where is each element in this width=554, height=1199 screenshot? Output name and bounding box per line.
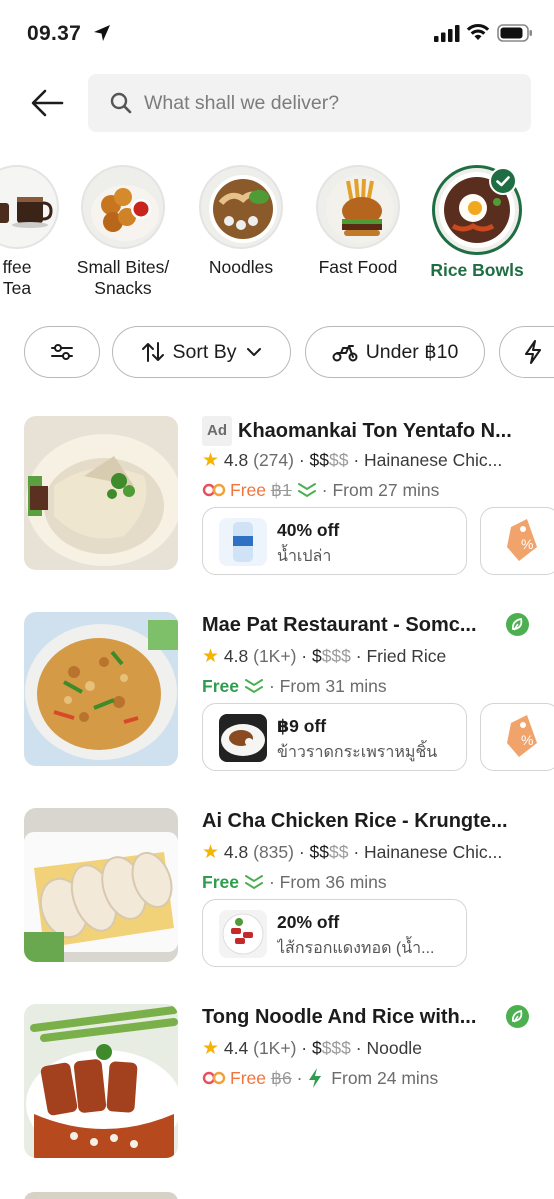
wifi-icon xyxy=(466,23,490,40)
snacks-icon xyxy=(81,165,165,249)
scooter-icon xyxy=(332,345,358,362)
next-restaurant-photo xyxy=(24,1192,178,1199)
battery-icon xyxy=(497,24,532,42)
svg-text:%: % xyxy=(521,536,533,552)
sort-arrows-icon xyxy=(141,342,164,362)
restaurant-name: Mae Pat Restaurant - Somc... xyxy=(202,614,477,636)
promo-card[interactable]: 40% off น้ำเปล่า xyxy=(202,507,467,575)
selected-check-icon xyxy=(489,167,517,195)
chevrons-down-icon xyxy=(244,875,263,890)
restaurant-name: Tong Noodle And Rice with... xyxy=(202,1006,477,1028)
promo-item-name: น้ำเปล่า xyxy=(277,548,332,565)
cellular-signal-icon xyxy=(434,25,460,42)
restaurant-meta: ★ 4.8 (835) · $$$$ · Hainanese Chic... xyxy=(202,842,503,863)
category-label: Fast Food xyxy=(318,257,398,277)
delivery-info: Free · From 36 mins xyxy=(202,872,387,892)
search-bar[interactable] xyxy=(88,74,531,132)
restaurant-meta: ★ 4.4 (1K+) · $$$$ · Noodle xyxy=(202,1038,422,1059)
chevron-down-icon xyxy=(247,348,262,356)
promo-title: 20% off xyxy=(277,912,340,932)
category-carousel: ffee Tea Small Bites/Snacks Noodles Fast … xyxy=(0,165,554,305)
star-icon: ★ xyxy=(202,646,220,667)
delivery-info: Free ฿6 · From 24 mins xyxy=(202,1067,532,1089)
delivery-info: Free · From 31 mins xyxy=(202,676,387,696)
burger-icon xyxy=(316,165,400,249)
lightning-icon xyxy=(309,1068,322,1088)
free-delivery-loop-icon xyxy=(202,1071,226,1085)
promo-title: ฿9 off xyxy=(277,716,327,736)
promo-item-name: ข้าวราดกระเพราหมูชิ้น xyxy=(277,744,438,761)
star-icon: ★ xyxy=(202,1038,220,1059)
back-arrow-icon[interactable] xyxy=(30,88,64,118)
under-price-button[interactable]: Under ฿10 xyxy=(305,326,485,378)
sort-by-label: Sort By xyxy=(172,340,237,363)
promo-item-name: ไส้กรอกแดงทอด (น้ำ... xyxy=(277,940,435,957)
under-price-label: Under ฿10 xyxy=(365,341,459,363)
status-bar: 09.37 xyxy=(0,0,554,64)
discount-tag-icon: % xyxy=(507,519,537,561)
restaurant-photo xyxy=(24,808,178,962)
restaurant-meta: ★ 4.8 (274) · $$$$ · Hainanese Chic... xyxy=(202,450,503,471)
star-icon: ★ xyxy=(202,842,220,863)
sort-by-button[interactable]: Sort By xyxy=(112,326,291,378)
category-label: Small Bites/Snacks xyxy=(76,257,170,298)
status-time: 09.37 xyxy=(27,22,82,45)
restaurant-photo xyxy=(24,1004,178,1158)
free-delivery-loop-icon xyxy=(202,483,226,497)
category-rice-bowls[interactable]: Rice Bowls xyxy=(417,165,537,281)
restaurant-photo xyxy=(24,416,178,570)
promo-title: 40% off xyxy=(277,520,340,540)
promo-card-next[interactable]: % xyxy=(480,703,554,771)
search-input[interactable] xyxy=(144,74,514,132)
ad-badge: Ad xyxy=(202,416,232,446)
svg-text:%: % xyxy=(521,732,533,748)
restaurant-name: Ai Cha Chicken Rice - Krungte... xyxy=(202,810,508,832)
promo-item-photo xyxy=(219,910,267,958)
sliders-icon xyxy=(51,344,73,360)
restaurant-photo xyxy=(24,612,178,766)
filter-bar: Sort By Under ฿10 xyxy=(0,326,554,380)
category-fast-food[interactable]: Fast Food xyxy=(298,165,418,278)
coffee-icon xyxy=(0,165,59,249)
promo-card[interactable]: 20% off ไส้กรอกแดงทอด (น้ำ... xyxy=(202,899,467,967)
category-label: Rice Bowls xyxy=(430,260,524,280)
restaurant-meta: ★ 4.8 (1K+) · $$$$ · Fried Rice xyxy=(202,646,447,667)
chevrons-down-icon xyxy=(244,679,263,694)
category-label: Noodles xyxy=(208,257,274,277)
star-icon: ★ xyxy=(202,450,220,471)
delivery-info: Free ฿1 · From 27 mins xyxy=(202,479,532,501)
discount-tag-icon: % xyxy=(507,715,537,757)
category-noodles[interactable]: Noodles xyxy=(181,165,301,278)
promo-item-photo xyxy=(219,714,267,762)
fast-delivery-button[interactable] xyxy=(499,326,554,378)
promo-card[interactable]: ฿9 off ข้าวราดกระเพราหมูชิ้น xyxy=(202,703,467,771)
promo-card-next[interactable]: % xyxy=(480,507,554,575)
category-small-bites[interactable]: Small Bites/Snacks xyxy=(63,165,183,299)
search-icon xyxy=(110,92,132,114)
filter-settings-button[interactable] xyxy=(24,326,100,378)
lightning-icon xyxy=(525,340,541,364)
promo-item-photo xyxy=(219,518,267,566)
noodles-icon xyxy=(199,165,283,249)
restaurant-name: Ad Khaomankai Ton Yentafo N... xyxy=(202,416,532,446)
location-arrow-icon xyxy=(94,25,110,41)
eco-badge-icon xyxy=(506,613,529,636)
eco-badge-icon xyxy=(506,1005,529,1028)
chevrons-down-icon xyxy=(297,483,316,498)
